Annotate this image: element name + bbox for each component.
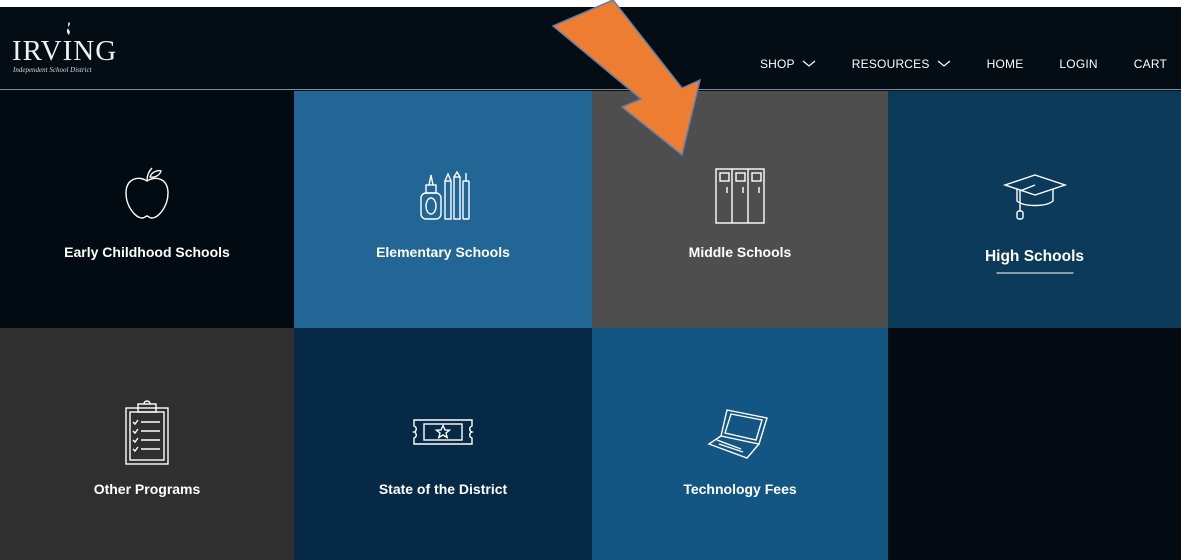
- tile-high[interactable]: High Schools: [888, 91, 1181, 328]
- tile-label: High Schools: [984, 248, 1085, 265]
- school-supplies-icon: [420, 170, 470, 220]
- tile-label: Middle Schools: [688, 244, 792, 260]
- apple-icon: [125, 167, 169, 219]
- chevron-down-icon: [802, 60, 816, 67]
- tile-empty: [888, 328, 1181, 560]
- logo-subtitle: Independent School District: [13, 66, 92, 74]
- nav-shop-label: SHOP: [759, 57, 795, 71]
- tile-state-of-district[interactable]: State of the District: [294, 328, 592, 560]
- nav-resources-label: RESOURCES: [851, 57, 930, 71]
- tile-label: Technology Fees: [683, 481, 797, 497]
- tile-early-childhood[interactable]: Early Childhood Schools: [0, 91, 294, 328]
- logo[interactable]: IRVING Independent School District: [12, 21, 122, 77]
- nav-home[interactable]: HOME: [987, 57, 1024, 71]
- tile-label: Other Programs: [93, 481, 201, 497]
- site-header: IRVING Independent School District SHOP …: [0, 7, 1181, 90]
- tile-label: State of the District: [378, 481, 508, 497]
- graduation-cap-icon: [1002, 174, 1067, 220]
- ticket-star-icon: [411, 419, 475, 445]
- laptop-icon: [707, 409, 768, 459]
- logo-wordmark: IRVING: [12, 35, 118, 67]
- nav-cart-label: CART: [1133, 57, 1167, 71]
- tile-other-programs[interactable]: Other Programs: [0, 328, 294, 560]
- tile-label: Elementary Schools: [376, 244, 510, 260]
- tile-technology-fees[interactable]: Technology Fees: [592, 328, 888, 560]
- category-grid: Early Childhood Schools Elementary Schoo…: [0, 91, 1181, 560]
- nav-resources[interactable]: RESOURCES: [852, 57, 951, 71]
- lockers-icon: [715, 168, 765, 224]
- active-underline: [996, 272, 1073, 274]
- main-nav: SHOP RESOURCES HOME LOGIN CART: [760, 57, 1167, 71]
- tile-middle[interactable]: Middle Schools: [592, 91, 888, 328]
- nav-login[interactable]: LOGIN: [1059, 57, 1097, 71]
- tile-label: Early Childhood Schools: [64, 244, 230, 260]
- tile-elementary[interactable]: Elementary Schools: [294, 91, 592, 328]
- page: IRVING Independent School District SHOP …: [0, 7, 1181, 560]
- chevron-down-icon: [937, 60, 950, 67]
- nav-login-label: LOGIN: [1059, 57, 1098, 71]
- clipboard-icon: [125, 400, 169, 465]
- nav-shop[interactable]: SHOP: [760, 57, 816, 71]
- nav-home-label: HOME: [986, 57, 1024, 71]
- nav-cart[interactable]: CART: [1134, 57, 1167, 71]
